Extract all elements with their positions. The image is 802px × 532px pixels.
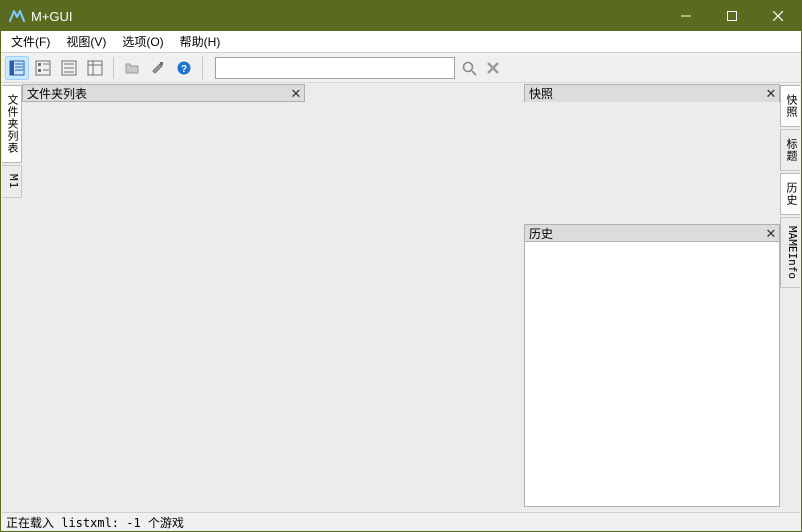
menu-help-label: 帮助(H) [180, 35, 221, 49]
workspace: 文件夹列表 M1 快照 标题 历史 MAMEInfo 文件夹列表 ✕ 快照 ✕ [2, 84, 800, 511]
pane-history: 历史 ✕ [524, 224, 780, 507]
pane-history-body [524, 242, 780, 507]
menu-file-label: 文件(F) [11, 35, 50, 49]
tab-m1[interactable]: M1 [2, 165, 22, 198]
pane-history-title: 历史 [529, 225, 763, 242]
view-list-button[interactable] [57, 56, 81, 80]
menu-view[interactable]: 视图(V) [58, 31, 114, 52]
open-folder-button[interactable] [120, 56, 144, 80]
tab-mameinfo-label: MAMEInfo [786, 226, 799, 279]
tab-title-image[interactable]: 标题 [780, 129, 800, 171]
tab-m1-label: M1 [7, 174, 20, 189]
menu-help[interactable]: 帮助(H) [172, 31, 229, 52]
settings-button[interactable] [146, 56, 170, 80]
tab-history-label: 历史 [785, 182, 797, 206]
right-sidebar-tabs: 快照 标题 历史 MAMEInfo [780, 85, 800, 511]
window-controls [663, 1, 801, 31]
pane-folder-list: 文件夹列表 ✕ [22, 84, 305, 102]
left-sidebar-tabs: 文件夹列表 M1 [2, 85, 22, 511]
search-input[interactable] [215, 57, 455, 79]
pane-snapshot-title: 快照 [529, 85, 763, 102]
minimize-button[interactable] [663, 1, 709, 31]
view-small-icons-button[interactable] [31, 56, 55, 80]
clear-search-icon[interactable] [483, 58, 503, 78]
pane-snapshot: 快照 ✕ [524, 84, 780, 222]
pane-snapshot-header[interactable]: 快照 ✕ [524, 84, 780, 102]
menu-file[interactable]: 文件(F) [3, 31, 58, 52]
tab-history[interactable]: 历史 [780, 173, 800, 215]
view-large-icons-button[interactable] [5, 56, 29, 80]
tab-snapshot-label: 快照 [785, 94, 797, 118]
tab-mameinfo[interactable]: MAMEInfo [780, 217, 800, 288]
close-icon[interactable]: ✕ [288, 85, 304, 101]
toolbar: ? [1, 53, 801, 83]
close-icon[interactable]: ✕ [763, 225, 779, 241]
app-icon [9, 8, 25, 24]
titlebar: M+GUI [1, 1, 801, 31]
pane-folder-list-title: 文件夹列表 [27, 85, 288, 102]
pane-history-header[interactable]: 历史 ✕ [524, 224, 780, 242]
view-details-button[interactable] [83, 56, 107, 80]
menu-view-label: 视图(V) [66, 35, 106, 49]
about-button[interactable]: ? [172, 56, 196, 80]
menubar: 文件(F) 视图(V) 选项(O) 帮助(H) [1, 31, 801, 53]
status-text: 正在载入 listxml: -1 个游戏 [6, 516, 184, 530]
menu-options-label: 选项(O) [122, 35, 163, 49]
status-bar: 正在载入 listxml: -1 个游戏 [2, 512, 800, 530]
window-title: M+GUI [31, 9, 73, 24]
svg-text:?: ? [181, 64, 187, 75]
pane-snapshot-body [524, 102, 780, 222]
toolbar-separator [202, 57, 203, 79]
tab-folders[interactable]: 文件夹列表 [2, 85, 22, 163]
search-icon[interactable] [459, 58, 479, 78]
toolbar-separator [113, 57, 114, 79]
maximize-button[interactable] [709, 1, 755, 31]
pane-folder-list-header[interactable]: 文件夹列表 ✕ [22, 84, 305, 102]
tab-folders-label: 文件夹列表 [6, 94, 18, 154]
close-button[interactable] [755, 1, 801, 31]
close-icon[interactable]: ✕ [763, 86, 779, 102]
menu-options[interactable]: 选项(O) [114, 31, 171, 52]
tab-title-image-label: 标题 [785, 138, 797, 162]
tab-snapshot[interactable]: 快照 [780, 85, 800, 127]
